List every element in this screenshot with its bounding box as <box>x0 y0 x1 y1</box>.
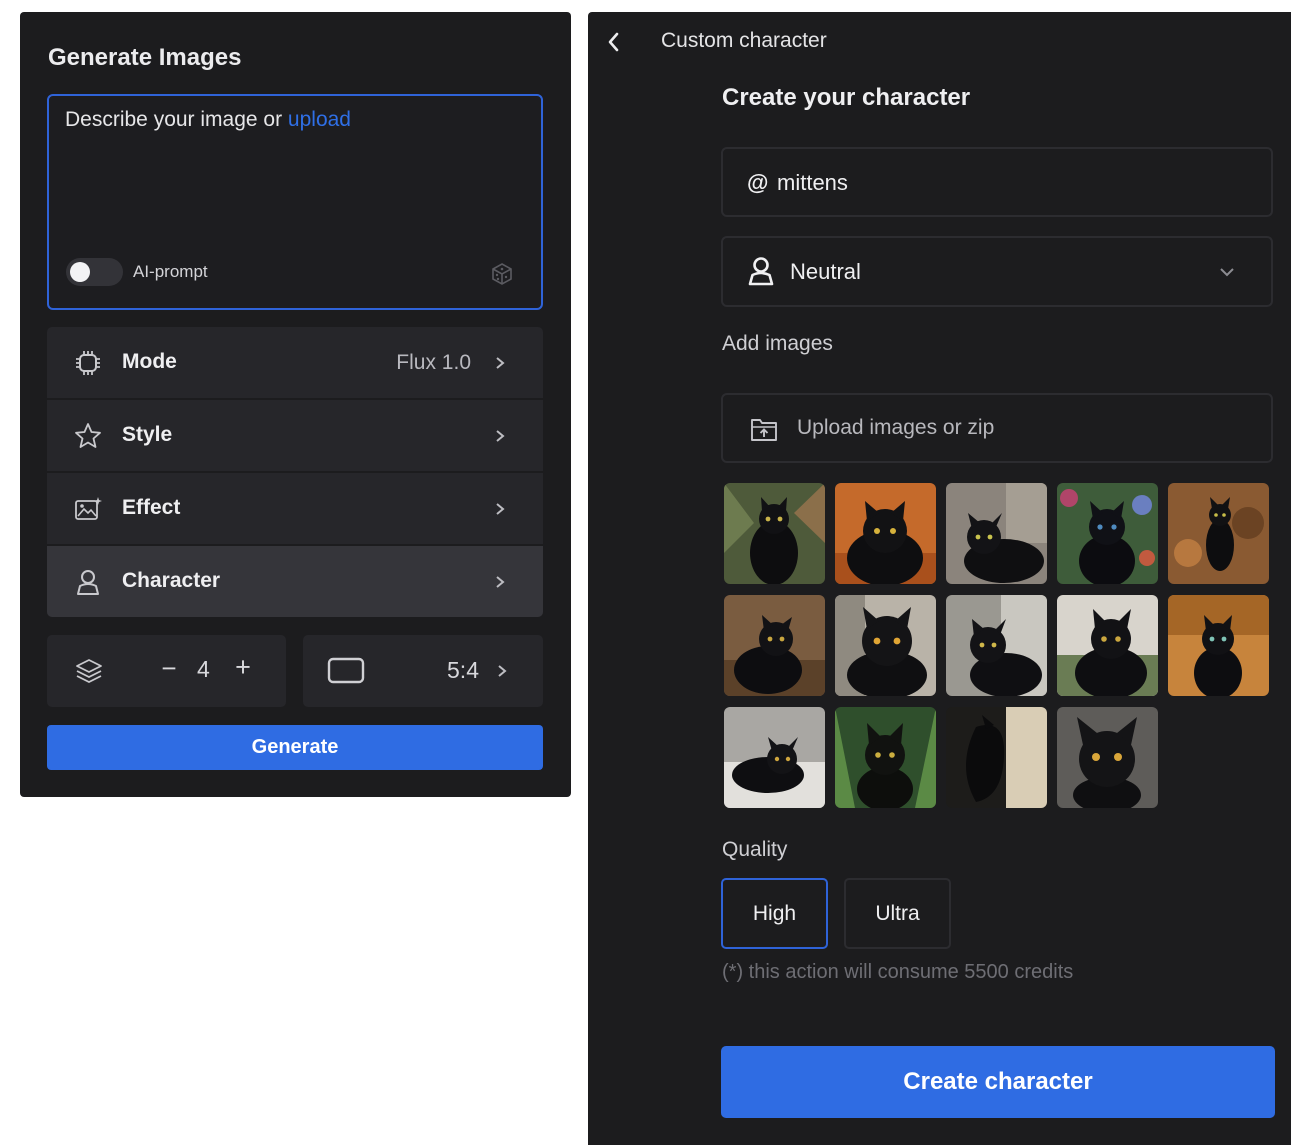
chevron-right-icon <box>496 430 505 442</box>
image-thumbnail[interactable] <box>1168 595 1269 696</box>
image-count-stepper: − 4 + <box>47 635 286 707</box>
person-icon <box>748 257 774 286</box>
toggle-knob <box>70 262 90 282</box>
menu-item-value: Flux 1.0 <box>396 351 471 374</box>
chevron-down-icon <box>1220 268 1234 277</box>
create-character-button[interactable]: Create character <box>721 1046 1275 1118</box>
decrement-button[interactable]: − <box>157 653 181 684</box>
quality-label: Quality <box>722 838 788 861</box>
image-thumbnail[interactable] <box>835 707 936 808</box>
gender-select[interactable]: Neutral <box>721 236 1273 307</box>
image-count-value: 4 <box>197 656 210 682</box>
menu-item-mode[interactable]: Mode Flux 1.0 <box>47 327 543 398</box>
image-thumbnail[interactable] <box>946 595 1047 696</box>
menu-item-label: Effect <box>122 496 181 519</box>
gender-value: Neutral <box>790 259 861 284</box>
chevron-right-icon <box>496 503 505 515</box>
generate-images-panel: Generate Images Describe your image or u… <box>20 12 571 797</box>
image-thumbnail[interactable] <box>1168 483 1269 584</box>
aspect-ratio-icon <box>327 657 365 684</box>
image-thumbnail[interactable] <box>724 707 825 808</box>
at-sign: @ <box>747 170 769 195</box>
aspect-ratio-selector[interactable]: 5:4 <box>303 635 543 707</box>
menu-item-label: Mode <box>122 350 177 373</box>
panel-title: Generate Images <box>48 44 242 71</box>
menu-item-label: Character <box>122 569 221 592</box>
panel-header: Custom character <box>661 29 827 52</box>
image-thumbnail[interactable] <box>1057 707 1158 808</box>
prompt-placeholder-text: Describe your image or <box>65 108 288 131</box>
character-name-value: mittens <box>777 170 848 195</box>
chevron-right-icon <box>496 357 505 369</box>
aspect-ratio-value: 5:4 <box>447 657 479 683</box>
person-icon <box>77 570 99 595</box>
image-thumbnail[interactable] <box>1057 483 1158 584</box>
quality-option-high[interactable]: High <box>721 878 828 949</box>
chevron-right-icon <box>498 665 507 677</box>
ai-prompt-label: AI-prompt <box>133 262 208 281</box>
character-name-field[interactable]: @ mittens <box>721 147 1273 217</box>
image-thumbnail[interactable] <box>835 595 936 696</box>
ai-prompt-toggle[interactable] <box>66 258 123 286</box>
image-thumbnail[interactable] <box>1057 595 1158 696</box>
prompt-input[interactable]: Describe your image or upload AI-prompt <box>47 94 543 310</box>
generate-button[interactable]: Generate <box>47 725 543 770</box>
chip-icon <box>76 351 100 375</box>
menu-item-label: Style <box>122 423 173 446</box>
custom-character-panel: Custom character Create your character @… <box>588 12 1291 1145</box>
add-images-label: Add images <box>722 332 833 355</box>
prompt-placeholder: Describe your image or upload <box>65 108 351 132</box>
quality-option-ultra[interactable]: Ultra <box>844 878 951 949</box>
image-sparkle-icon <box>75 497 102 520</box>
panel-title: Create your character <box>722 84 971 111</box>
chevron-right-icon <box>496 576 505 588</box>
upload-dropzone[interactable]: Upload images or zip <box>721 393 1273 463</box>
image-thumbnail[interactable] <box>724 595 825 696</box>
back-arrow-icon[interactable] <box>602 28 626 56</box>
menu-item-effect[interactable]: Effect <box>47 473 543 544</box>
menu-item-character[interactable]: Character <box>47 546 543 617</box>
credits-note: (*) this action will consume 5500 credit… <box>722 961 1074 983</box>
upload-folder-icon <box>751 419 777 441</box>
menu-item-style[interactable]: Style <box>47 400 543 471</box>
upload-label: Upload images or zip <box>797 416 995 439</box>
image-thumbnail[interactable] <box>946 707 1047 808</box>
upload-link[interactable]: upload <box>288 108 351 131</box>
layers-icon <box>76 659 102 684</box>
image-thumbnail[interactable] <box>724 483 825 584</box>
image-thumbnail[interactable] <box>835 483 936 584</box>
dice-icon[interactable] <box>489 261 515 287</box>
star-icon <box>75 423 101 448</box>
settings-menu: Mode Flux 1.0 Style Effect Character <box>47 327 543 619</box>
image-thumbnail[interactable] <box>946 483 1047 584</box>
increment-button[interactable]: + <box>231 652 255 683</box>
